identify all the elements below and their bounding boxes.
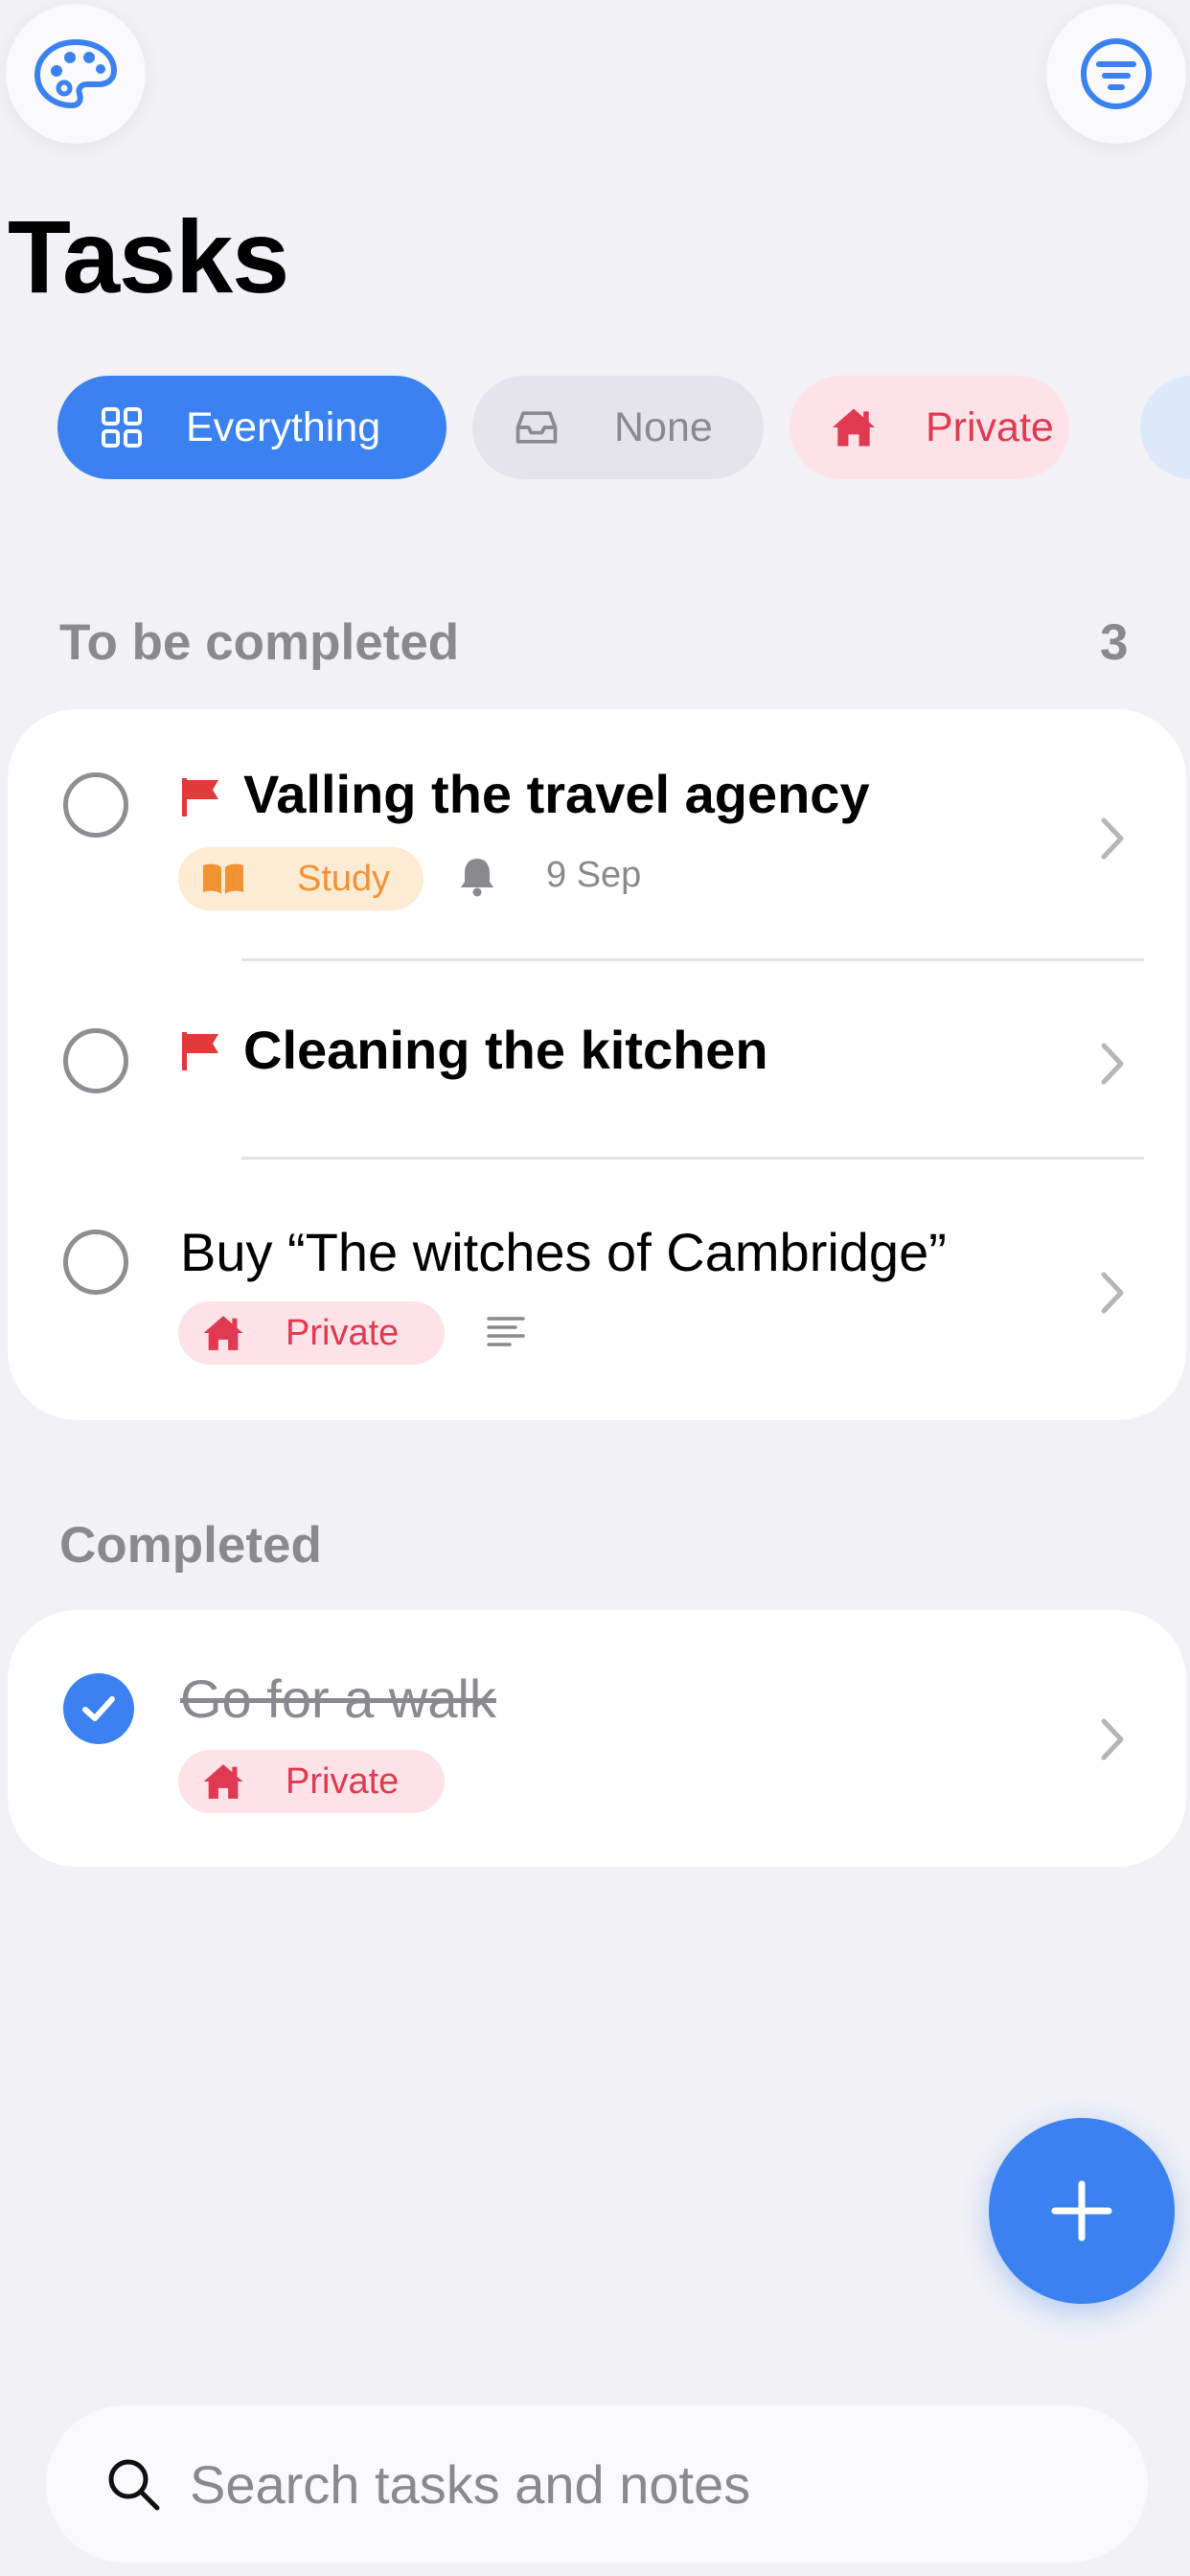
- chevron-right-icon: [1101, 1043, 1124, 1085]
- palette-icon: [34, 39, 117, 108]
- filter-chip-label: Private: [926, 403, 1054, 450]
- tag-label: Study: [297, 858, 391, 899]
- search-input[interactable]: Search tasks and notes: [190, 2453, 750, 2516]
- filter-chip-everything[interactable]: Everything: [57, 376, 446, 479]
- notes-lines-icon: [487, 1317, 525, 1346]
- palette-button[interactable]: [6, 4, 146, 144]
- plus-icon: [1051, 2180, 1112, 2242]
- search-bar[interactable]: Search tasks and notes: [46, 2405, 1148, 2563]
- chevron-right-icon: [1101, 1718, 1124, 1760]
- task-title: Buy “The witches of Cambridge”: [180, 1222, 947, 1282]
- filter-chip-none[interactable]: None: [472, 376, 764, 479]
- task-checkbox[interactable]: [63, 1230, 128, 1295]
- page-title: Tasks: [8, 198, 289, 314]
- tag-label: Private: [286, 1760, 400, 1802]
- section-count-todo: 3: [1100, 614, 1129, 671]
- task-row[interactable]: Cleaning the kitchen: [8, 961, 1186, 1159]
- task-title: Cleaning the kitchen: [243, 1020, 768, 1080]
- tag-private[interactable]: Private: [178, 1750, 445, 1813]
- chevron-right-icon: [1101, 1272, 1124, 1314]
- inbox-tray-icon: [513, 403, 561, 451]
- task-checkbox[interactable]: [63, 772, 128, 838]
- completed-card: Go for a walk Private: [8, 1610, 1186, 1867]
- todo-card: Valling the travel agency Study 9 Sep Cl…: [8, 709, 1186, 1420]
- tag-private[interactable]: Private: [178, 1301, 445, 1365]
- task-checkbox[interactable]: [63, 1028, 128, 1093]
- tag-study[interactable]: Study: [178, 847, 423, 910]
- filter-chip-label: Everything: [186, 403, 381, 450]
- house-icon: [203, 1316, 243, 1350]
- house-icon: [830, 403, 878, 451]
- tag-label: Private: [286, 1312, 400, 1353]
- task-checkbox-checked[interactable]: [63, 1673, 134, 1744]
- grid-icon: [98, 403, 146, 451]
- task-date: 9 Sep: [546, 855, 642, 895]
- filter-chip-label: None: [614, 403, 713, 450]
- section-label-todo: To be completed: [59, 614, 460, 671]
- add-task-button[interactable]: [989, 2118, 1175, 2304]
- bell-icon: [461, 859, 493, 897]
- flag-icon: [182, 1032, 218, 1070]
- filter-lines-icon: [1081, 38, 1152, 109]
- flag-icon: [182, 778, 218, 816]
- task-row[interactable]: Valling the travel agency Study 9 Sep: [8, 709, 1186, 960]
- filter-chip-partial[interactable]: [1140, 376, 1190, 479]
- task-title: Go for a walk: [180, 1668, 496, 1729]
- task-title: Valling the travel agency: [243, 764, 870, 824]
- section-label-completed: Completed: [59, 1517, 322, 1574]
- filter-button[interactable]: [1046, 4, 1186, 144]
- house-icon: [203, 1764, 243, 1799]
- task-row[interactable]: Go for a walk Private: [8, 1610, 1186, 1867]
- checkmark-icon: [82, 1696, 115, 1721]
- chevron-right-icon: [1101, 817, 1124, 860]
- filter-chip-private[interactable]: Private: [790, 376, 1069, 479]
- book-icon: [203, 863, 243, 894]
- search-icon: [108, 2459, 160, 2511]
- task-row[interactable]: Buy “The witches of Cambridge” Private: [8, 1160, 1186, 1420]
